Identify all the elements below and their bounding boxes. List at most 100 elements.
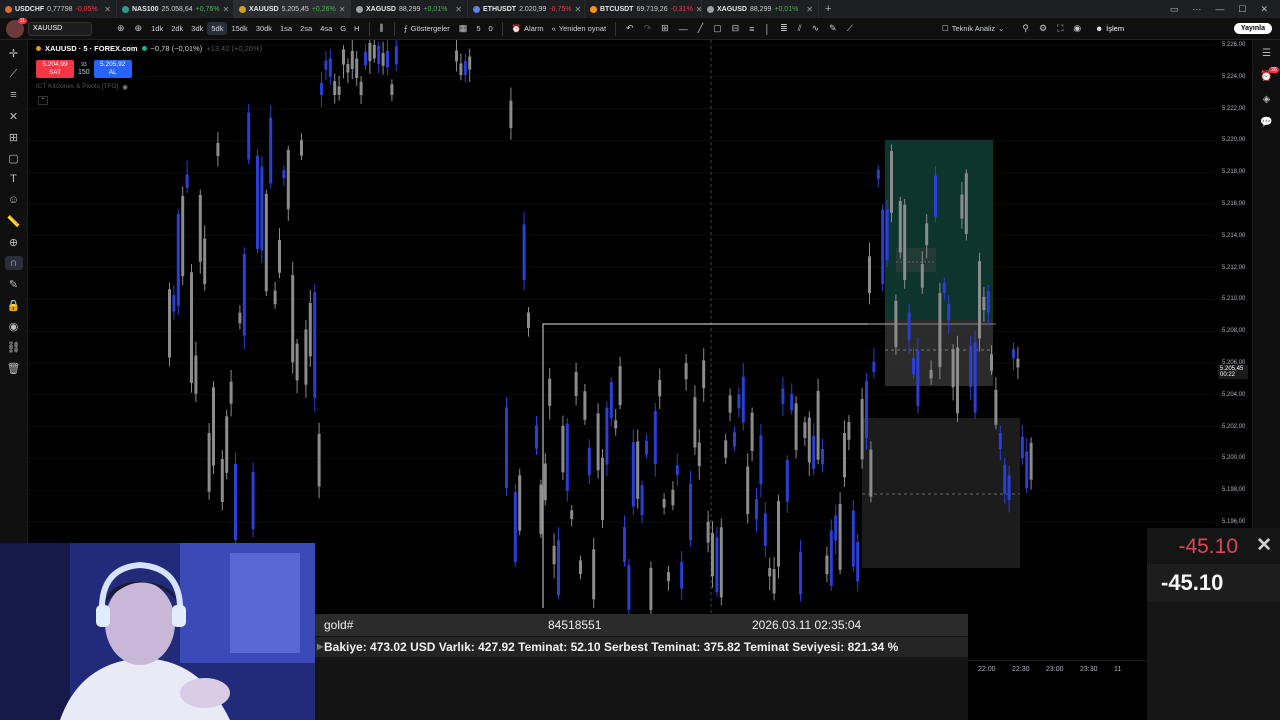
templates-icon[interactable]: ▦ <box>454 23 473 34</box>
interval-G[interactable]: G <box>336 22 350 35</box>
candle-body <box>671 489 675 506</box>
compare-icon[interactable]: ⊕ <box>112 23 130 34</box>
alerts-icon[interactable]: ⏰ 26 <box>1260 67 1279 82</box>
candle-body <box>181 195 185 277</box>
lock-icon[interactable]: 🔒 <box>5 298 23 312</box>
interval-2sa[interactable]: 2sa <box>296 22 316 35</box>
indicator-legend[interactable]: ICT Killzones & Pivots [TFO] ◉ <box>36 83 128 91</box>
sell-button[interactable]: 5.204,99 SAT <box>36 60 74 78</box>
line-tool-icon[interactable]: ⟋ <box>5 67 23 81</box>
shape-tool-icon[interactable]: ▢ <box>5 151 23 165</box>
horizontal-line-icon[interactable]: — <box>674 24 693 34</box>
add-symbol-icon[interactable]: ⊕ <box>130 23 148 34</box>
browser-tab[interactable]: USDCHF 0,77798 -0,05% ✕ <box>0 0 117 18</box>
fib-icon[interactable]: ⊟ <box>727 23 745 34</box>
interval-5dk[interactable]: 5dk <box>207 22 228 35</box>
candle-body <box>816 390 820 460</box>
pattern-tool-icon[interactable]: ✕ <box>5 109 23 123</box>
layers-icon[interactable]: ◈ <box>1263 94 1271 105</box>
trend-line-icon[interactable]: ╱ <box>693 23 708 34</box>
position-row[interactable]: gold# 84518551 2026.03.11 02:35:04 <box>315 614 968 636</box>
chat-icon[interactable]: 💬 <box>1260 117 1272 128</box>
new-tab-icon[interactable]: + <box>819 3 837 15</box>
measure-tool-icon[interactable]: 📏 <box>5 214 23 228</box>
layout-count-2[interactable]: 0 <box>484 24 496 33</box>
rectangle-icon[interactable]: ▢ <box>708 23 727 34</box>
undo-icon[interactable]: ↶ <box>621 23 639 34</box>
lot-size[interactable]: 150 <box>78 69 90 77</box>
path-icon[interactable]: ∿ <box>807 23 825 34</box>
ruler-icon[interactable]: ⟋ <box>842 23 858 34</box>
browser-tab[interactable]: XAGUSD 88,299 +0,01% ✕ <box>702 0 819 18</box>
magnet-icon[interactable]: ∩ <box>4 256 23 270</box>
publish-button[interactable]: Yayınla <box>1233 23 1272 34</box>
close-position-icon[interactable]: ✕ <box>1256 534 1272 557</box>
symbol-search-input[interactable]: XAUUSD <box>28 21 92 36</box>
text-lines-icon[interactable]: ≡ <box>744 24 759 34</box>
browser-tab[interactable]: XAUUSD 5.205,45 +0,26% ✕ <box>234 0 351 18</box>
close-tab-icon[interactable]: ✕ <box>339 5 346 14</box>
interval-15dk[interactable]: 15dk <box>227 22 251 35</box>
replay-button[interactable]: «Yeniden oynat <box>548 24 610 33</box>
close-tab-icon[interactable]: ✕ <box>223 5 230 14</box>
eye-icon[interactable]: ◉ <box>122 83 128 91</box>
fullscreen-icon[interactable]: ⛶ <box>1057 23 1063 34</box>
window-layout-icon[interactable]: ▭ <box>1170 4 1179 15</box>
more-icon[interactable]: ··· <box>1192 4 1201 15</box>
channel-icon[interactable]: ≣ <box>775 23 793 34</box>
browser-tab[interactable]: NAS100 25.058,64 +0,76% ✕ <box>117 0 234 18</box>
alarm-button[interactable]: ⏰ Alarm <box>508 24 548 33</box>
candle-body <box>649 567 653 610</box>
parallel-lines-icon[interactable]: ≡ <box>5 88 23 102</box>
vertical-line-icon[interactable]: │ <box>759 24 775 34</box>
grid-layout-icon[interactable]: ⊞ <box>656 23 674 34</box>
pencil-lock-icon[interactable]: ✎ <box>5 277 23 291</box>
link-icon[interactable]: ⛓ <box>5 340 23 354</box>
camera-icon[interactable]: ◉ <box>1073 23 1081 34</box>
close-window-icon[interactable]: ✕ <box>1260 4 1268 15</box>
interval-3dk[interactable]: 3dk <box>187 22 207 35</box>
maximize-icon[interactable]: ☐ <box>1238 4 1246 15</box>
browser-tab[interactable]: XAGUSD 88,299 +0,01% ✕ <box>351 0 468 18</box>
interval-4sa[interactable]: 4sa <box>316 22 336 35</box>
trash-icon[interactable]: 🗑 <box>5 361 23 375</box>
candle-body <box>794 403 798 451</box>
redo-icon[interactable]: ↷ <box>639 23 657 34</box>
close-tab-icon[interactable]: ✕ <box>455 5 462 14</box>
interval-2dk[interactable]: 2dk <box>167 22 187 35</box>
trade-button[interactable]: ☻ İşlem <box>1091 24 1128 33</box>
browser-tab[interactable]: ETHUSDT 2.020,99 -0,75% ✕ <box>468 0 585 18</box>
indicators-button[interactable]: ⨍ Göstergeler <box>400 24 454 33</box>
candle-type-icon[interactable]: ⫼ <box>375 23 389 34</box>
zoom-in-icon[interactable]: ⊕ <box>5 235 23 249</box>
interval-1dk[interactable]: 1dk <box>147 22 167 35</box>
time-label: 11 <box>1114 666 1122 673</box>
browser-tab[interactable]: BTCUSDT 69.719,26 -0,31% ✕ <box>585 0 702 18</box>
fib-tool-icon[interactable]: ⊞ <box>5 130 23 144</box>
buy-button[interactable]: 5.205,92 AL <box>93 60 132 78</box>
analysis-dropdown[interactable]: ☐ Teknik Analiz ⌄ <box>938 24 1008 33</box>
close-tab-icon[interactable]: ✕ <box>806 5 813 14</box>
candle-body <box>697 442 701 467</box>
collapse-legend-icon[interactable]: ⌃ <box>38 96 48 105</box>
brush-icon[interactable]: ✎ <box>824 23 842 34</box>
text-tool-icon[interactable]: T <box>5 172 23 186</box>
interval-H[interactable]: H <box>350 22 363 35</box>
profile-avatar[interactable]: 11 <box>6 17 27 38</box>
pitchfork-icon[interactable]: ⫽ <box>793 23 807 34</box>
interval-30dk[interactable]: 30dk <box>252 22 276 35</box>
emoji-tool-icon[interactable]: ☺ <box>5 193 23 207</box>
inner-box <box>896 248 936 272</box>
crosshair-icon[interactable]: ✛ <box>5 46 23 60</box>
close-tab-icon[interactable]: ✕ <box>575 5 582 14</box>
settings-icon[interactable]: ⚙ <box>1039 23 1047 34</box>
candle-body <box>763 513 767 547</box>
candle-body <box>459 63 463 75</box>
close-tab-icon[interactable]: ✕ <box>104 5 111 14</box>
search-icon[interactable]: ⚲ <box>1022 23 1029 34</box>
eye-icon[interactable]: ◉ <box>5 319 23 333</box>
minimize-icon[interactable]: — <box>1215 4 1224 15</box>
layout-count-1[interactable]: 5 <box>472 24 484 33</box>
interval-1sa[interactable]: 1sa <box>276 22 296 35</box>
watchlist-icon[interactable]: ☰ <box>1262 48 1271 59</box>
